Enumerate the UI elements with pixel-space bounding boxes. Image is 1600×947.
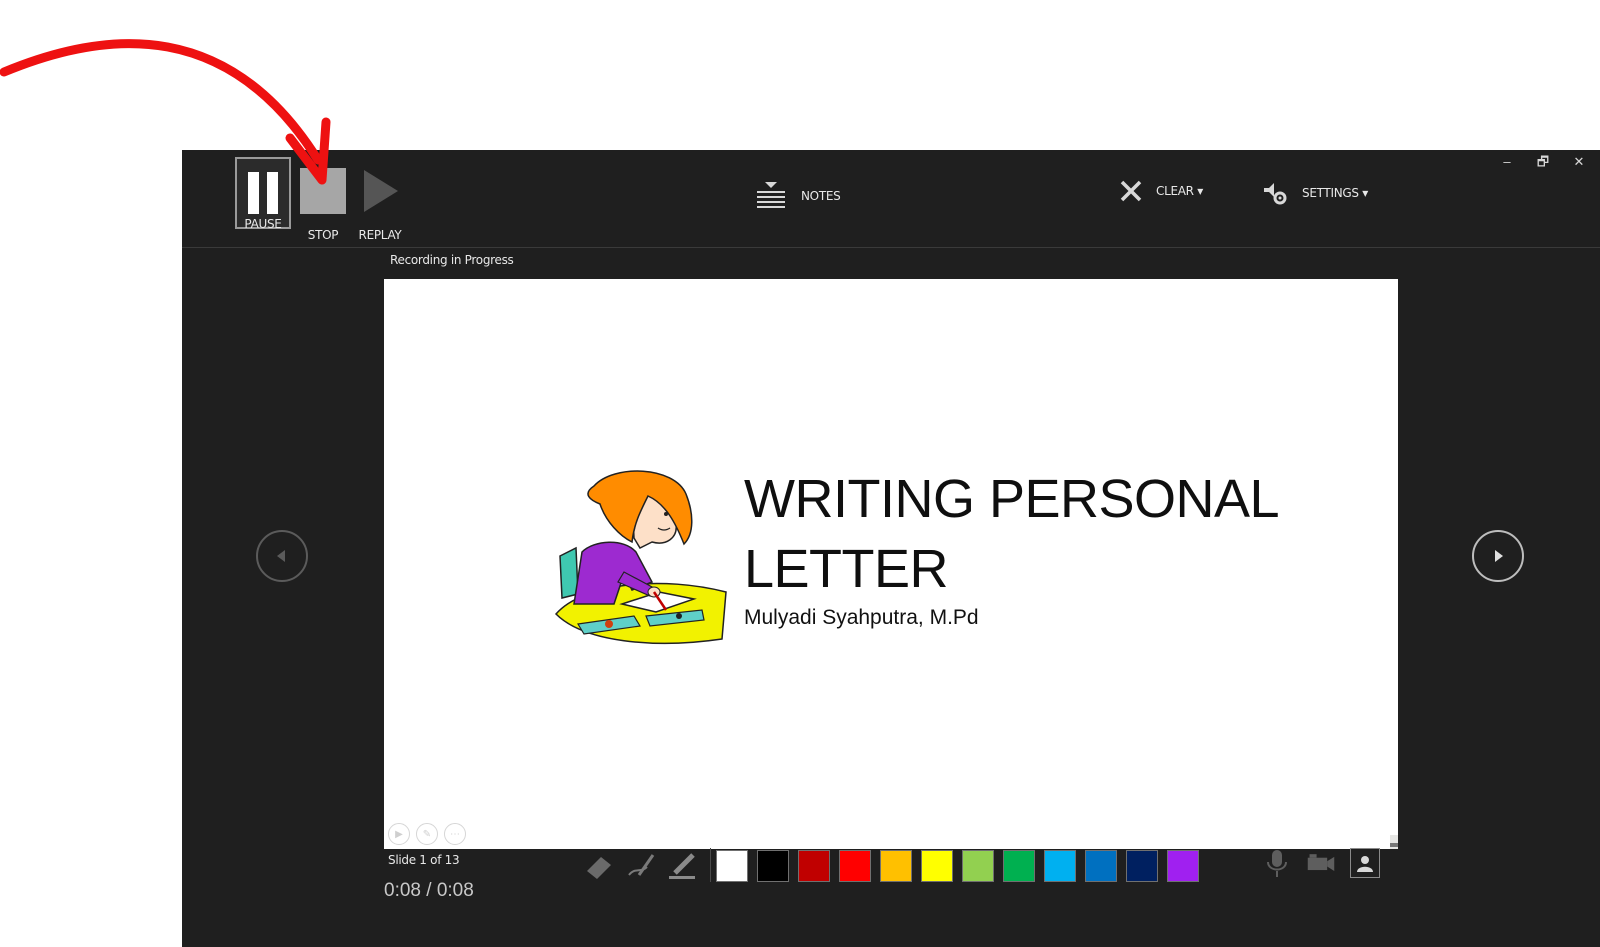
stop-label: STOP xyxy=(307,228,339,242)
clear-dropdown[interactable]: CLEAR ▾ xyxy=(1120,180,1203,202)
mini-play-icon[interactable]: ▶ xyxy=(388,823,410,845)
notes-icon xyxy=(757,182,785,208)
clear-x-icon xyxy=(1120,180,1142,202)
slide-counter: Slide 1 of 13 xyxy=(388,853,460,867)
microphone-icon xyxy=(1267,850,1287,877)
camera-toggle[interactable] xyxy=(1306,848,1336,878)
slide-subtitle: Mulyadi Syahputra, M.Pd xyxy=(744,606,979,629)
mini-pen-icon[interactable]: ✎ xyxy=(416,823,438,845)
ink-color-yellow[interactable] xyxy=(921,850,953,882)
ink-color-light-blue[interactable] xyxy=(1044,850,1076,882)
ink-color-light-green[interactable] xyxy=(962,850,994,882)
highlighter-icon xyxy=(669,853,695,879)
recording-status: Recording in Progress xyxy=(390,253,514,267)
chevron-right-icon xyxy=(1495,550,1503,562)
video-camera-icon xyxy=(1307,854,1335,871)
stop-button[interactable]: STOP xyxy=(300,168,346,242)
mini-more-icon[interactable]: ⋯ xyxy=(444,823,466,845)
ink-color-green[interactable] xyxy=(1003,850,1035,882)
recording-timer: 0:08 / 0:08 xyxy=(384,880,474,902)
stop-icon xyxy=(300,168,346,214)
eraser-button[interactable] xyxy=(582,848,616,882)
slide-title: WRITING PERSONAL LETTER xyxy=(744,464,1344,604)
tool-divider xyxy=(710,848,711,882)
chevron-left-icon xyxy=(277,550,285,562)
person-icon xyxy=(1357,856,1373,872)
replay-button[interactable]: REPLAY xyxy=(357,168,403,242)
recording-options xyxy=(1262,848,1380,878)
ink-color-blue[interactable] xyxy=(1085,850,1117,882)
ink-color-red[interactable] xyxy=(839,850,871,882)
clear-label: CLEAR ▾ xyxy=(1156,184,1203,198)
ink-color-dark-blue[interactable] xyxy=(1126,850,1158,882)
notes-label: NOTES xyxy=(801,189,841,203)
slide-canvas: WRITING PERSONAL LETTER Mulyadi Syahputr… xyxy=(384,279,1398,849)
webcam-feed-image xyxy=(1390,835,1398,849)
ink-color-dark-red[interactable] xyxy=(798,850,830,882)
ink-color-purple[interactable] xyxy=(1167,850,1199,882)
slide-title-line-2: LETTER xyxy=(744,539,949,599)
timer-total: 0:08 xyxy=(436,880,474,901)
play-icon xyxy=(357,168,403,214)
highlighter-button[interactable] xyxy=(666,848,700,882)
replay-label: REPLAY xyxy=(358,228,402,242)
slide-mini-controls: ▶ ✎ ⋯ xyxy=(388,823,466,845)
settings-label: SETTINGS ▾ xyxy=(1302,186,1368,200)
previous-slide-button[interactable] xyxy=(256,530,308,582)
pause-label: PAUSE xyxy=(244,217,282,231)
slide-title-line-1: WRITING PERSONAL xyxy=(744,469,1280,529)
recording-window: – 🗗 ✕ PAUSE STOP REPLAY NOTES CLEAR ▾ SE… xyxy=(182,150,1600,947)
microphone-toggle[interactable] xyxy=(1262,848,1292,878)
settings-gear-icon xyxy=(1264,183,1287,205)
next-slide-button[interactable] xyxy=(1472,530,1524,582)
pen-button[interactable] xyxy=(624,848,658,882)
settings-dropdown[interactable]: SETTINGS ▾ xyxy=(1262,180,1368,206)
ink-color-orange[interactable] xyxy=(880,850,912,882)
notes-button[interactable]: NOTES xyxy=(755,180,841,212)
recording-toolbar: PAUSE STOP REPLAY NOTES CLEAR ▾ SETTINGS… xyxy=(182,150,1600,248)
eraser-icon xyxy=(587,857,611,879)
pen-tools xyxy=(582,848,715,882)
timer-current: 0:08 xyxy=(384,880,421,901)
camera-preview-toggle[interactable] xyxy=(1350,848,1380,878)
girl-writing-clipart xyxy=(554,470,727,645)
ink-color-white[interactable] xyxy=(716,850,748,882)
ink-color-palette xyxy=(716,850,1199,882)
ink-color-black[interactable] xyxy=(757,850,789,882)
pause-button[interactable]: PAUSE xyxy=(235,157,291,231)
pen-icon xyxy=(628,854,655,876)
webcam-preview xyxy=(1390,835,1398,849)
timer-separator: / xyxy=(426,880,432,901)
